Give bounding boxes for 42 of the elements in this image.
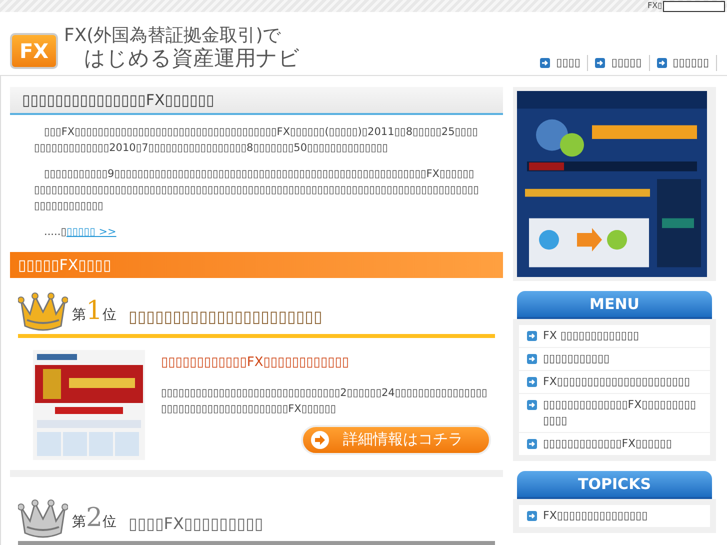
arrow-icon (527, 377, 537, 387)
menu-item-label: FX▯▯▯▯▯▯▯▯▯▯▯▯▯▯▯ (543, 508, 648, 524)
body-paragraph: ▯▯▯▯▯▯▯▯▯▯▯9▯▯▯▯▯▯▯▯▯▯▯▯▯▯▯▯▯▯▯▯▯▯▯▯▯▯▯▯▯▯▯▯▯▯▯▯▯▯▯▯▯▯▯▯▯▯▯▯▯▯▯▯▯▯FX▯▯▯▯▯▯▯▯▯▯▯▯▯▯▯▯▯▯▯▯▯▯▯▯▯▯▯▯▯▯▯▯▯▯▯▯▯▯▯▯▯▯▯▯▯▯▯▯▯▯▯▯▯▯▯▯▯▯▯▯▯▯▯▯▯▯▯▯▯▯▯▯▯▯▯▯▯▯▯▯▯▯▯▯▯▯▯▯▯▯▯▯▯▯▯ (34, 167, 479, 214)
arrow-icon (527, 511, 537, 521)
menu-item[interactable]: ▯▯▯▯▯▯▯▯▯▯▯ (519, 348, 710, 370)
arrow-icon (527, 400, 537, 410)
menu-item-label: ▯▯▯▯▯▯▯▯▯▯▯▯▯▯FX▯▯▯▯▯▯▯▯▯▯▯▯▯ (543, 397, 698, 429)
menu-item-label: ▯▯▯▯▯▯▯▯▯▯▯ (543, 351, 610, 367)
arrow-icon (527, 354, 537, 364)
sidebar-heading: MENU (517, 291, 712, 319)
logo-subtitle: はじめる資産運用ナビ (83, 47, 300, 69)
section-heading: ▯▯▯▯▯▯▯▯▯▯▯▯▯▯▯FX▯▯▯▯▯▯ (10, 87, 503, 115)
menu-item-label: FX▯▯▯▯▯▯▯▯▯▯▯▯▯▯▯▯▯▯▯▯▯▯ (543, 374, 690, 390)
arrow-icon (656, 58, 667, 68)
logo-title: FX(外国為替証拠金取引)で (64, 25, 282, 47)
search-label: FX▯ (648, 1, 662, 11)
ranking-banner: ▯▯▯▯▯FX▯▯▯▯ (10, 252, 503, 278)
ellipsis-text: .....▯ (44, 226, 66, 238)
arrow-icon (595, 58, 606, 68)
nav-link[interactable]: ▯▯▯▯▯▯ (650, 54, 717, 71)
menu-item[interactable]: ▯▯▯▯▯▯▯▯▯▯▯▯▯FX▯▯▯▯▯▯ (519, 433, 710, 455)
broker-headline: ▯▯▯▯▯▯▯▯▯▯▯▯FX▯▯▯▯▯▯▯▯▯▯▯▯ (161, 354, 350, 372)
arrow-icon (540, 58, 550, 68)
body-paragraph: ▯▯▯FX▯▯▯▯▯▯▯▯▯▯▯▯▯▯▯▯▯▯▯▯▯▯▯▯▯▯▯▯▯▯▯▯▯▯▯FX▯▯▯▯▯▯(▯▯▯▯▯)▯2011▯▯8▯▯▯▯▯25▯▯▯▯▯▯▯▯▯▯▯▯▯▯▯▯▯2010▯7▯▯▯▯▯▯▯▯▯▯▯▯▯▯▯▯▯8▯▯▯▯▯▯▯50▯▯▯▯▯▯▯▯▯▯▯▯▯▯ (34, 125, 479, 156)
menu-item[interactable]: FX▯▯▯▯▯▯▯▯▯▯▯▯▯▯▯▯▯▯▯▯▯▯ (519, 371, 710, 393)
arrow-icon (527, 439, 537, 449)
menu-item[interactable]: FX ▯▯▯▯▯▯▯▯▯▯▯▯▯ (519, 325, 710, 347)
menu-item[interactable]: FX▯▯▯▯▯▯▯▯▯▯▯▯▯▯▯ (519, 505, 710, 527)
broker-name: ▯▯▯▯▯▯▯▯▯▯▯▯▯▯▯▯▯▯▯▯▯▯ (128, 306, 322, 328)
rank-label: 第2位 (72, 502, 117, 535)
broker-description: ▯▯▯▯▯▯▯▯▯▯▯▯▯▯▯▯▯▯▯▯▯▯▯▯▯▯▯▯▯▯▯2▯▯▯▯▯▯24▯▯▯▯▯▯▯▯▯▯▯▯▯▯▯▯▯▯▯▯▯▯▯▯▯▯▯▯▯▯▯▯▯▯▯▯▯▯FX▯▯▯▯▯▯ (161, 386, 488, 416)
logo-badge: FX (10, 33, 58, 69)
nav-link[interactable]: ▯▯▯▯ (533, 54, 588, 71)
sidebar-heading: TOPICKS (517, 471, 712, 499)
menu-item[interactable]: ▯▯▯▯▯▯▯▯▯▯▯▯▯▯FX▯▯▯▯▯▯▯▯▯▯▯▯▯ (519, 394, 710, 432)
search-field[interactable] (663, 0, 725, 12)
menu-item-label: ▯▯▯▯▯▯▯▯▯▯▯▯▯FX▯▯▯▯▯▯ (543, 436, 672, 452)
broker-name: ▯▯▯▯FX▯▯▯▯▯▯▯▯▯ (128, 513, 264, 535)
menu-item-label: FX ▯▯▯▯▯▯▯▯▯▯▯▯▯ (543, 328, 640, 344)
nav-link[interactable]: ▯▯▯▯▯ (588, 54, 650, 71)
arrow-icon (527, 331, 537, 341)
rank-label: 第 1 位 (72, 295, 117, 328)
